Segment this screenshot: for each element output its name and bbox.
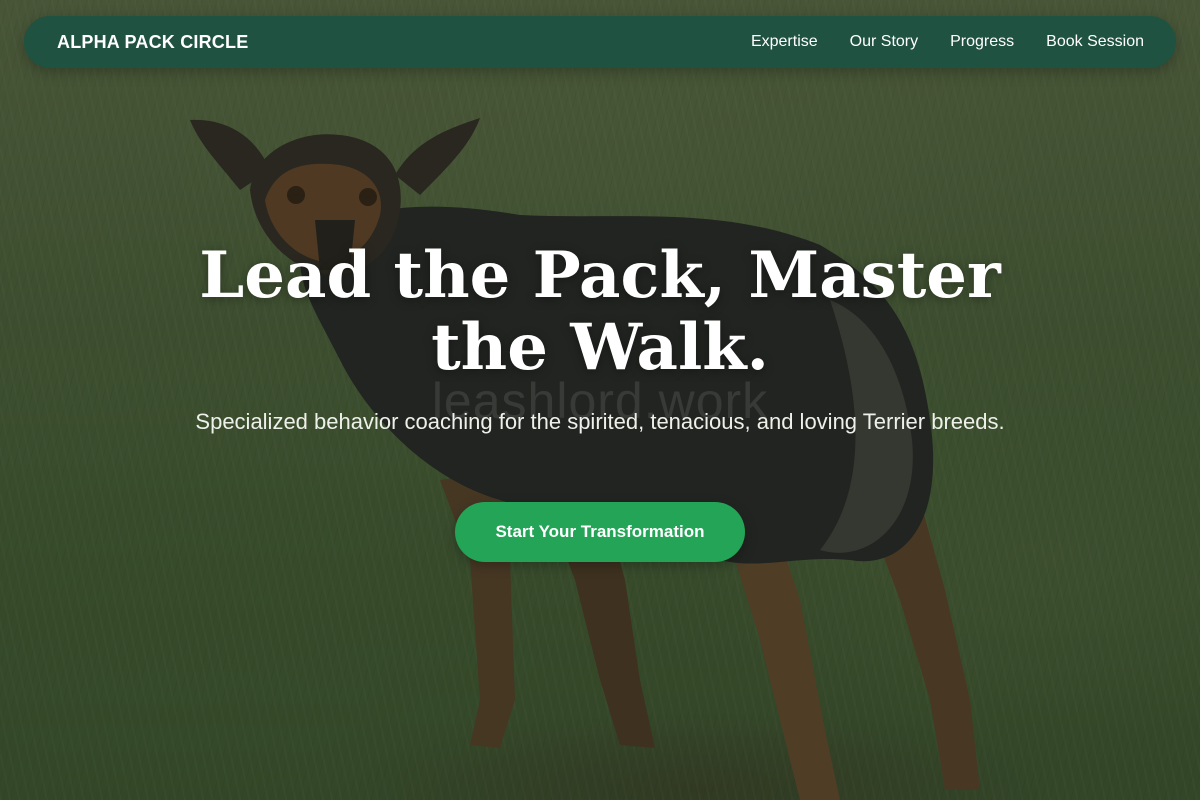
brand-logo[interactable]: ALPHA PACK CIRCLE <box>57 32 248 53</box>
nav-link-book-session[interactable]: Book Session <box>1046 33 1144 51</box>
hero-headline: Lead the Pack, Master the Walk. <box>199 238 1001 385</box>
top-navbar: ALPHA PACK CIRCLE Expertise Our Story Pr… <box>24 16 1176 68</box>
nav-link-our-story[interactable]: Our Story <box>850 33 918 51</box>
hero-section: ALPHA PACK CIRCLE Expertise Our Story Pr… <box>0 0 1200 800</box>
nav-links: Expertise Our Story Progress Book Sessio… <box>751 33 1144 51</box>
hero-subheadline: Specialized behavior coaching for the sp… <box>195 409 1005 434</box>
start-transformation-button[interactable]: Start Your Transformation <box>455 502 745 562</box>
nav-link-expertise[interactable]: Expertise <box>751 33 818 51</box>
nav-link-progress[interactable]: Progress <box>950 33 1014 51</box>
